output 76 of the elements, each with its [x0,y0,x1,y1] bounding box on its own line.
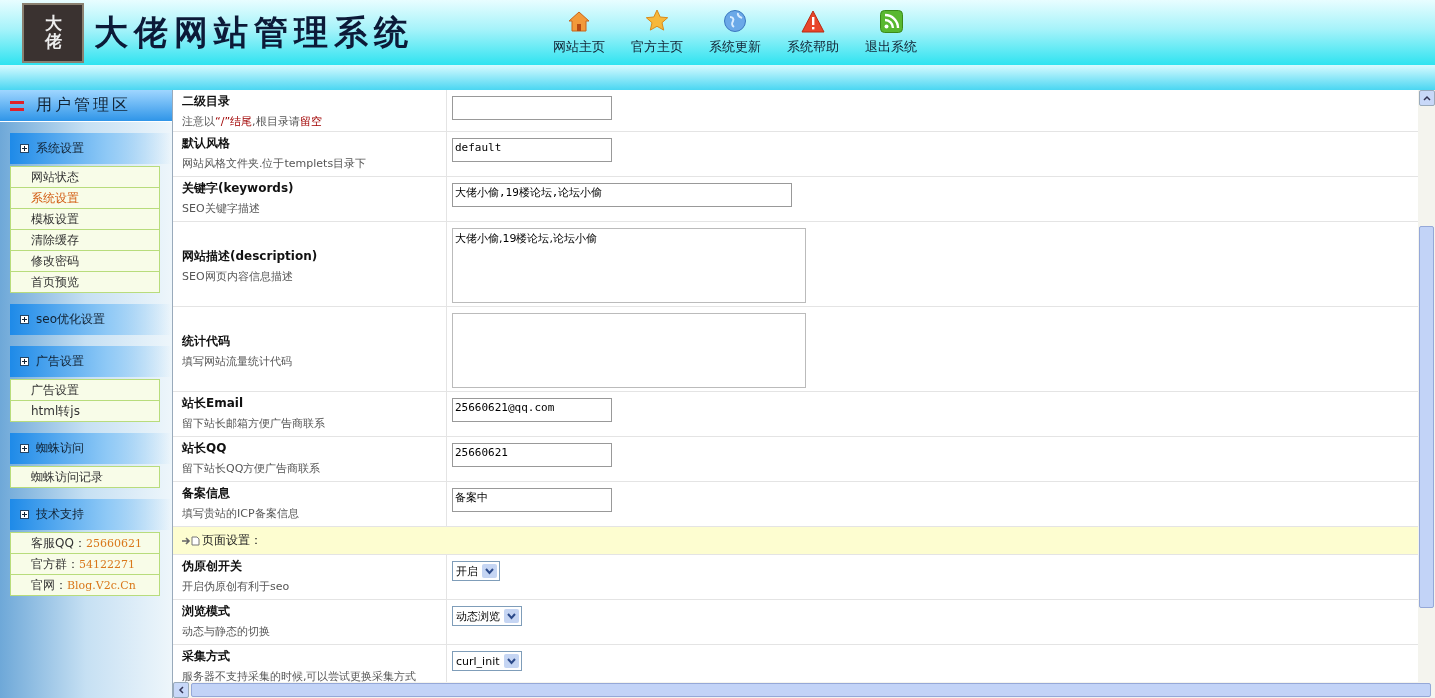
field-hint: SEO关键字描述 [182,201,261,216]
nav-link[interactable]: 官方主页 [618,0,696,65]
text-field[interactable]: 25660621@qq.com [452,398,612,422]
dropdown[interactable]: 开启 [452,561,500,581]
field-label: 浏览模式 [182,603,231,620]
expand-icon [20,144,29,153]
menu-group[interactable]: seo优化设置 [10,304,172,335]
expand-icon [20,357,29,366]
globe-icon [723,9,747,33]
field-hint: 注意以“/”结尾,根目录请留空 [182,114,323,129]
field-hint: 动态与静态的切换 [182,624,271,639]
text-field[interactable]: 大佬小偷,19楼论坛,论坛小偷 [452,183,792,207]
field-hint: 网站风格文件夹.位于templets目录下 [182,156,368,171]
page-arrow-icon [182,535,200,546]
menu-item[interactable]: 模板设置 [10,208,160,230]
field-label: 网站描述(description) [182,247,319,265]
text-field[interactable] [452,96,612,120]
field-label: 关键字(keywords) [182,180,295,197]
text-area[interactable]: 大佬小偷,19楼论坛,论坛小偷 [452,228,806,303]
menu-item[interactable]: 蜘蛛访问记录 [10,466,160,488]
field-hint: 填写网站流量统计代码 [182,353,293,369]
menu-item[interactable]: html转js [10,400,160,422]
nav-link[interactable]: 系统帮助 [774,0,852,65]
nav-link[interactable]: 网站主页 [540,0,618,65]
warning-icon [801,9,825,33]
expand-icon [20,444,29,453]
sidebar-title: 用户管理区 [36,95,131,116]
expand-icon [20,510,29,519]
menu-group[interactable]: 系统设置 [10,133,172,164]
menu-item[interactable]: 清除缓存 [10,229,160,251]
star-icon [645,9,669,33]
menu-group[interactable]: 蜘蛛访问 [10,433,172,464]
field-label: 统计代码 [182,332,231,350]
field-hint: 留下站长QQ方便广告商联系 [182,461,322,476]
field-label: 二级目录 [182,93,231,110]
menu-item[interactable]: 官网：Blog.V2c.Cn [10,574,160,596]
menu-group[interactable]: 广告设置 [10,346,172,377]
section-header: 页面设置： [173,527,1418,555]
menu-item[interactable]: 客服QQ：25660621 [10,532,160,554]
field-label: 默认风格 [182,135,231,152]
rss-icon [879,9,903,33]
caret-icon [503,654,519,668]
menu-item[interactable]: 系统设置 [10,187,160,209]
field-hint: 服务器不支持采集的时候,可以尝试更换采集方式 [182,669,418,682]
field-hint: 留下站长邮箱方便广告商联系 [182,416,326,431]
text-field[interactable]: default [452,138,612,162]
field-label: 站长QQ [182,440,228,457]
house-icon [566,9,592,33]
menu-item[interactable]: 网站状态 [10,166,160,188]
field-label: 备案信息 [182,485,231,502]
text-area[interactable] [452,313,806,388]
field-hint: 填写贵站的ICP备案信息 [182,506,300,521]
dropdown[interactable]: 动态浏览 [452,606,522,626]
menu-item[interactable]: 修改密码 [10,250,160,272]
site-title: 大佬网站管理系统 [94,10,415,54]
caret-icon [504,609,519,623]
menu-item[interactable]: 官方群：54122271 [10,553,160,575]
menu-group[interactable]: 技术支持 [10,499,172,530]
field-label: 采集方式 [182,648,231,665]
field-hint: SEO网页内容信息描述 [182,268,294,284]
menu-item[interactable]: 首页预览 [10,271,160,293]
dropdown[interactable]: curl_init [452,651,522,671]
vertical-scrollbar[interactable] [1418,90,1435,682]
field-hint: 开启伪原创有利于seo [182,579,291,594]
text-field[interactable]: 备案中 [452,488,612,512]
nav-link[interactable]: 退出系统 [852,0,930,65]
expand-icon [20,315,29,324]
field-label: 站长Email [182,395,245,412]
seal-logo: 大佬 [22,2,84,63]
caret-icon [482,564,497,578]
field-label: 伪原创开关 [182,558,243,575]
text-field[interactable]: 25660621 [452,443,612,467]
horizontal-scrollbar[interactable] [173,682,1435,698]
menu-item[interactable]: 广告设置 [10,379,160,401]
menu-icon [10,99,24,112]
nav-link[interactable]: 系统更新 [696,0,774,65]
